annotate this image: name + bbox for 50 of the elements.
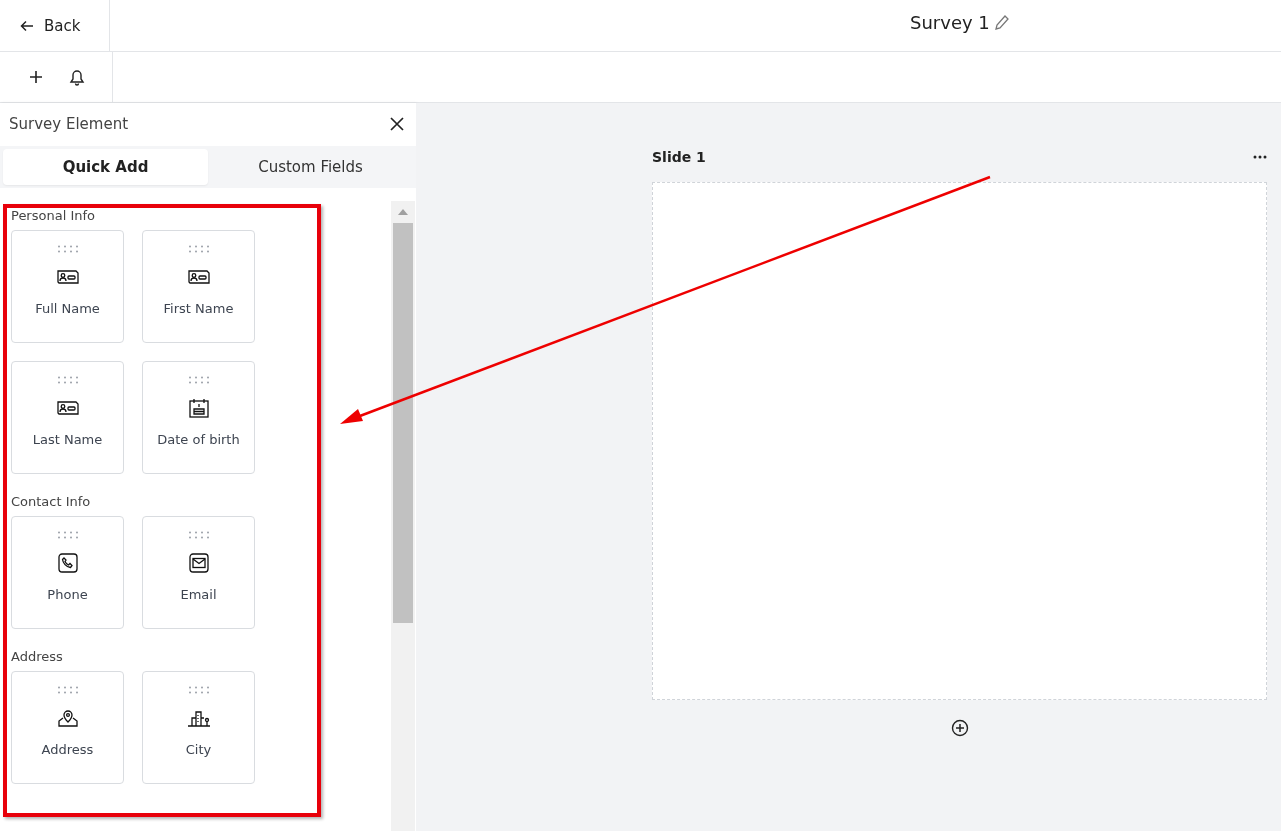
mail-icon (186, 553, 211, 573)
element-card[interactable]: Date of birth (142, 361, 255, 474)
element-card[interactable]: Last Name (11, 361, 124, 474)
drag-handle-icon[interactable] (187, 245, 210, 253)
add-circle-icon[interactable] (951, 719, 969, 737)
element-card[interactable]: Phone (11, 516, 124, 629)
card-label: Email (180, 587, 217, 602)
tab[interactable]: Quick Add (3, 149, 208, 185)
close-icon[interactable] (390, 116, 404, 131)
drag-handle-icon[interactable] (56, 245, 79, 253)
id-card-icon (186, 267, 211, 287)
element-card[interactable]: First Name (142, 230, 255, 343)
card-label: Date of birth (157, 432, 240, 447)
drag-handle-icon[interactable] (187, 531, 210, 539)
buildings-icon (186, 708, 211, 728)
element-card[interactable]: Full Name (11, 230, 124, 343)
card-label: First Name (163, 301, 234, 316)
group-title: Contact Info (11, 494, 92, 509)
drag-handle-icon[interactable] (187, 686, 210, 694)
tab[interactable]: Custom Fields (208, 149, 413, 185)
group-title: Personal Info (11, 208, 96, 223)
id-card-icon (55, 267, 80, 287)
bell-icon[interactable] (69, 68, 85, 86)
drag-handle-icon[interactable] (56, 531, 79, 539)
slide-title: Slide 1 (652, 149, 706, 165)
scrollbar[interactable] (391, 201, 415, 831)
arrow-left-icon (20, 18, 34, 33)
drag-handle-icon[interactable] (56, 686, 79, 694)
more-options-icon[interactable] (1253, 155, 1267, 159)
card-label: Full Name (35, 301, 100, 316)
plus-icon[interactable] (29, 70, 43, 84)
card-label: City (185, 742, 212, 757)
phone-icon (55, 553, 80, 573)
scrollbar-thumb[interactable] (393, 223, 413, 623)
drag-handle-icon[interactable] (187, 376, 210, 384)
element-card[interactable]: Email (142, 516, 255, 629)
element-card[interactable]: City (142, 671, 255, 784)
scroll-up-icon[interactable] (398, 209, 408, 215)
cake-calendar-icon (186, 398, 211, 418)
survey-title: Survey 1 (910, 12, 990, 33)
group-title: Address (11, 649, 64, 664)
card-label: Last Name (32, 432, 103, 447)
id-card-icon (55, 398, 80, 418)
element-card[interactable]: Address (11, 671, 124, 784)
card-label: Address (41, 742, 94, 757)
drag-handle-icon[interactable] (56, 376, 79, 384)
pencil-icon[interactable] (993, 13, 1010, 32)
card-label: Phone (47, 587, 88, 602)
panel-title: Survey Element (9, 114, 129, 133)
map-pin-icon (55, 708, 80, 728)
